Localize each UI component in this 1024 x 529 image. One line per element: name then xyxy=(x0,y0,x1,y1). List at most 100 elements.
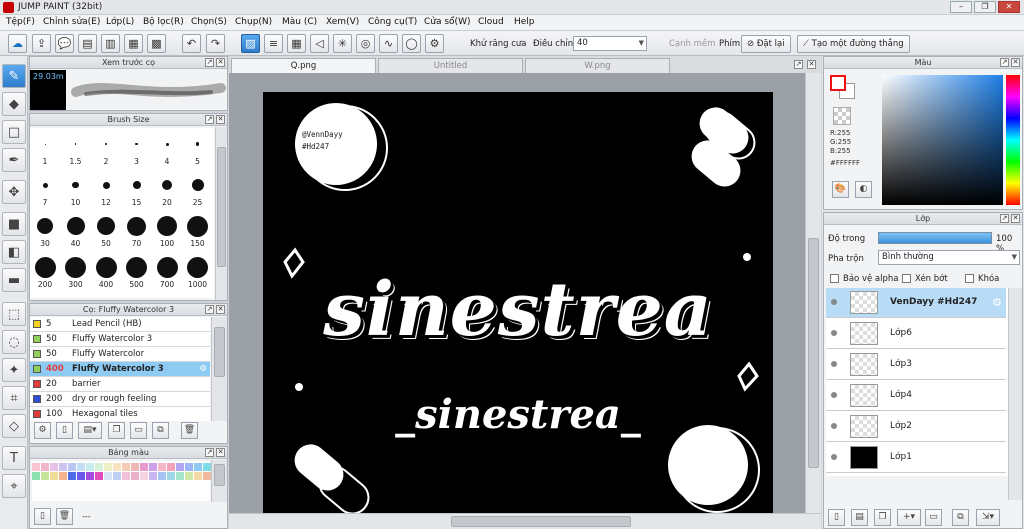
scroll-thumb[interactable] xyxy=(451,516,631,527)
brush-size-cell[interactable]: 15 xyxy=(122,169,152,210)
brush-size-scrollbar[interactable] xyxy=(215,127,227,300)
snap-parallel-icon[interactable]: ≡ xyxy=(264,34,283,53)
palette-color[interactable] xyxy=(140,472,148,480)
tab-w-png[interactable]: W.png xyxy=(525,58,670,73)
scroll-thumb[interactable] xyxy=(214,464,225,486)
merge-layer-icon[interactable]: ⇲▾ xyxy=(976,509,1000,526)
eye-icon[interactable] xyxy=(831,454,837,460)
select-rect-tool-icon[interactable]: ⬚ xyxy=(2,302,26,326)
layer-scrollbar[interactable] xyxy=(1008,288,1022,500)
brush-size-cell[interactable]: 30 xyxy=(30,210,60,251)
menu-select[interactable]: Chọn(S) xyxy=(191,17,227,27)
palette-color[interactable] xyxy=(50,463,58,471)
close-icon[interactable]: ✕ xyxy=(216,115,225,124)
speech-bubble-icon[interactable]: 💬 xyxy=(55,34,74,53)
comment-icon[interactable]: ▤ xyxy=(78,34,97,53)
float-icon[interactable]: ↗ xyxy=(1000,58,1009,67)
palette-color[interactable] xyxy=(59,463,67,471)
brush-size-cell[interactable]: 700 xyxy=(152,251,182,292)
trash-icon[interactable]: 🗑 xyxy=(181,422,198,439)
straight-line-button[interactable]: ⟋ Tạo một đường thẳng xyxy=(797,35,910,53)
tab-q-png[interactable]: Q.png xyxy=(231,58,376,73)
copy-layer-icon[interactable]: ❐ xyxy=(874,509,891,526)
export-icon[interactable]: ⇪ xyxy=(32,34,51,53)
palette-color[interactable] xyxy=(185,472,193,480)
brush-size-cell[interactable]: 300 xyxy=(61,251,91,292)
palette-color[interactable] xyxy=(176,472,184,480)
new-brush-icon[interactable]: ▯ xyxy=(56,422,73,439)
opacity-slider[interactable] xyxy=(878,232,992,244)
clipping-checkbox[interactable] xyxy=(902,274,911,283)
brush-size-cell[interactable]: 150 xyxy=(183,210,213,251)
float-icon[interactable]: ↗ xyxy=(1000,214,1009,223)
eye-icon[interactable] xyxy=(831,392,837,398)
eraser-tool-icon[interactable]: ◆ xyxy=(2,92,26,116)
palette-color[interactable] xyxy=(50,472,58,480)
palette-color[interactable] xyxy=(194,472,202,480)
menu-cloud[interactable]: Cloud xyxy=(478,17,504,27)
close-icon[interactable]: ✕ xyxy=(1011,58,1020,67)
protect-alpha-checkbox[interactable] xyxy=(830,274,839,283)
brush-size-cell[interactable]: 25 xyxy=(183,169,213,210)
new-layer-icon[interactable]: ▯ xyxy=(828,509,845,526)
palette-color[interactable] xyxy=(86,472,94,480)
rectangle-tool-icon[interactable]: □ xyxy=(2,120,26,144)
palette-color[interactable] xyxy=(140,463,148,471)
brush-size-cell[interactable]: 7 xyxy=(30,169,60,210)
brush-size-cell[interactable]: 70 xyxy=(122,210,152,251)
brush-size-cell[interactable]: 10 xyxy=(61,169,91,210)
snap-grid-icon[interactable]: ▦ xyxy=(287,34,306,53)
palette-color[interactable] xyxy=(59,472,67,480)
close-icon[interactable]: ✕ xyxy=(216,58,225,67)
palette-color[interactable] xyxy=(113,472,121,480)
close-icon[interactable]: ✕ xyxy=(216,305,225,314)
blend-mode-combo[interactable]: Bình thường ▼ xyxy=(878,250,1020,265)
palette-color[interactable] xyxy=(131,472,139,480)
magic-wand-tool-icon[interactable]: ✦ xyxy=(2,358,26,382)
float-icon[interactable]: ↗ xyxy=(205,58,214,67)
adjust-combo[interactable]: 40 ▼ xyxy=(573,36,647,51)
pen-tool-icon[interactable]: ✒ xyxy=(2,148,26,172)
palette-color[interactable] xyxy=(86,463,94,471)
layer-row[interactable]: Lớp6 xyxy=(826,319,1006,349)
brush-size-cell[interactable]: 50 xyxy=(91,210,121,251)
maximize-button[interactable]: ❐ xyxy=(974,1,996,13)
select-pen-tool-icon[interactable]: ⌗ xyxy=(2,386,26,410)
brush-size-cell[interactable]: 1000 xyxy=(183,251,213,292)
color-picker-icon[interactable]: ◐ xyxy=(855,181,872,198)
menu-tools[interactable]: Công cụ(T) xyxy=(368,17,417,27)
palette-color[interactable] xyxy=(68,472,76,480)
snap-circle-icon[interactable]: ◎ xyxy=(356,34,375,53)
float-icon[interactable]: ↗ xyxy=(205,115,214,124)
hue-slider[interactable] xyxy=(1006,75,1020,205)
palette-icon[interactable]: 🎨 xyxy=(832,181,849,198)
grid-icon[interactable]: ▩ xyxy=(147,34,166,53)
layer-folder-icon[interactable]: ▭ xyxy=(925,509,942,526)
brush-list-scrollbar[interactable] xyxy=(211,317,227,421)
brush-size-cell[interactable]: 400 xyxy=(91,251,121,292)
palette-color[interactable] xyxy=(41,463,49,471)
close-button[interactable]: ✕ xyxy=(998,1,1020,13)
palette-color[interactable] xyxy=(41,472,49,480)
duplicate-layer-icon[interactable]: ⧉ xyxy=(952,509,969,526)
layer-row[interactable]: VenDayy #Hd247 ⚙ xyxy=(826,288,1006,318)
palette-color[interactable] xyxy=(203,472,211,480)
palette-color[interactable] xyxy=(32,472,40,480)
snap-radial-icon[interactable]: ✳ xyxy=(333,34,352,53)
layer-row[interactable]: Lớp2 xyxy=(826,412,1006,442)
brush-size-cell[interactable]: 200 xyxy=(30,251,60,292)
new-palette-icon[interactable]: ▯ xyxy=(34,508,51,525)
brush-size-cell[interactable]: 2 xyxy=(91,128,121,169)
layer-add-menu-icon[interactable]: +▾ xyxy=(897,509,921,526)
layer-row[interactable]: Lớp4 xyxy=(826,381,1006,411)
folder-icon[interactable]: ▭ xyxy=(130,422,147,439)
brush-size-cell[interactable]: 3 xyxy=(122,128,152,169)
move-tool-icon[interactable]: ✥ xyxy=(2,180,26,204)
brush-list-item[interactable]: 50 Fluffy Watercolor 3 xyxy=(30,332,210,347)
undo-icon[interactable]: ↶ xyxy=(182,34,201,53)
scroll-thumb[interactable] xyxy=(808,238,819,468)
palette-color[interactable] xyxy=(167,463,175,471)
select-eraser-tool-icon[interactable]: ◇ xyxy=(2,414,26,438)
palette-color[interactable] xyxy=(131,463,139,471)
brush-size-cell[interactable]: 12 xyxy=(91,169,121,210)
